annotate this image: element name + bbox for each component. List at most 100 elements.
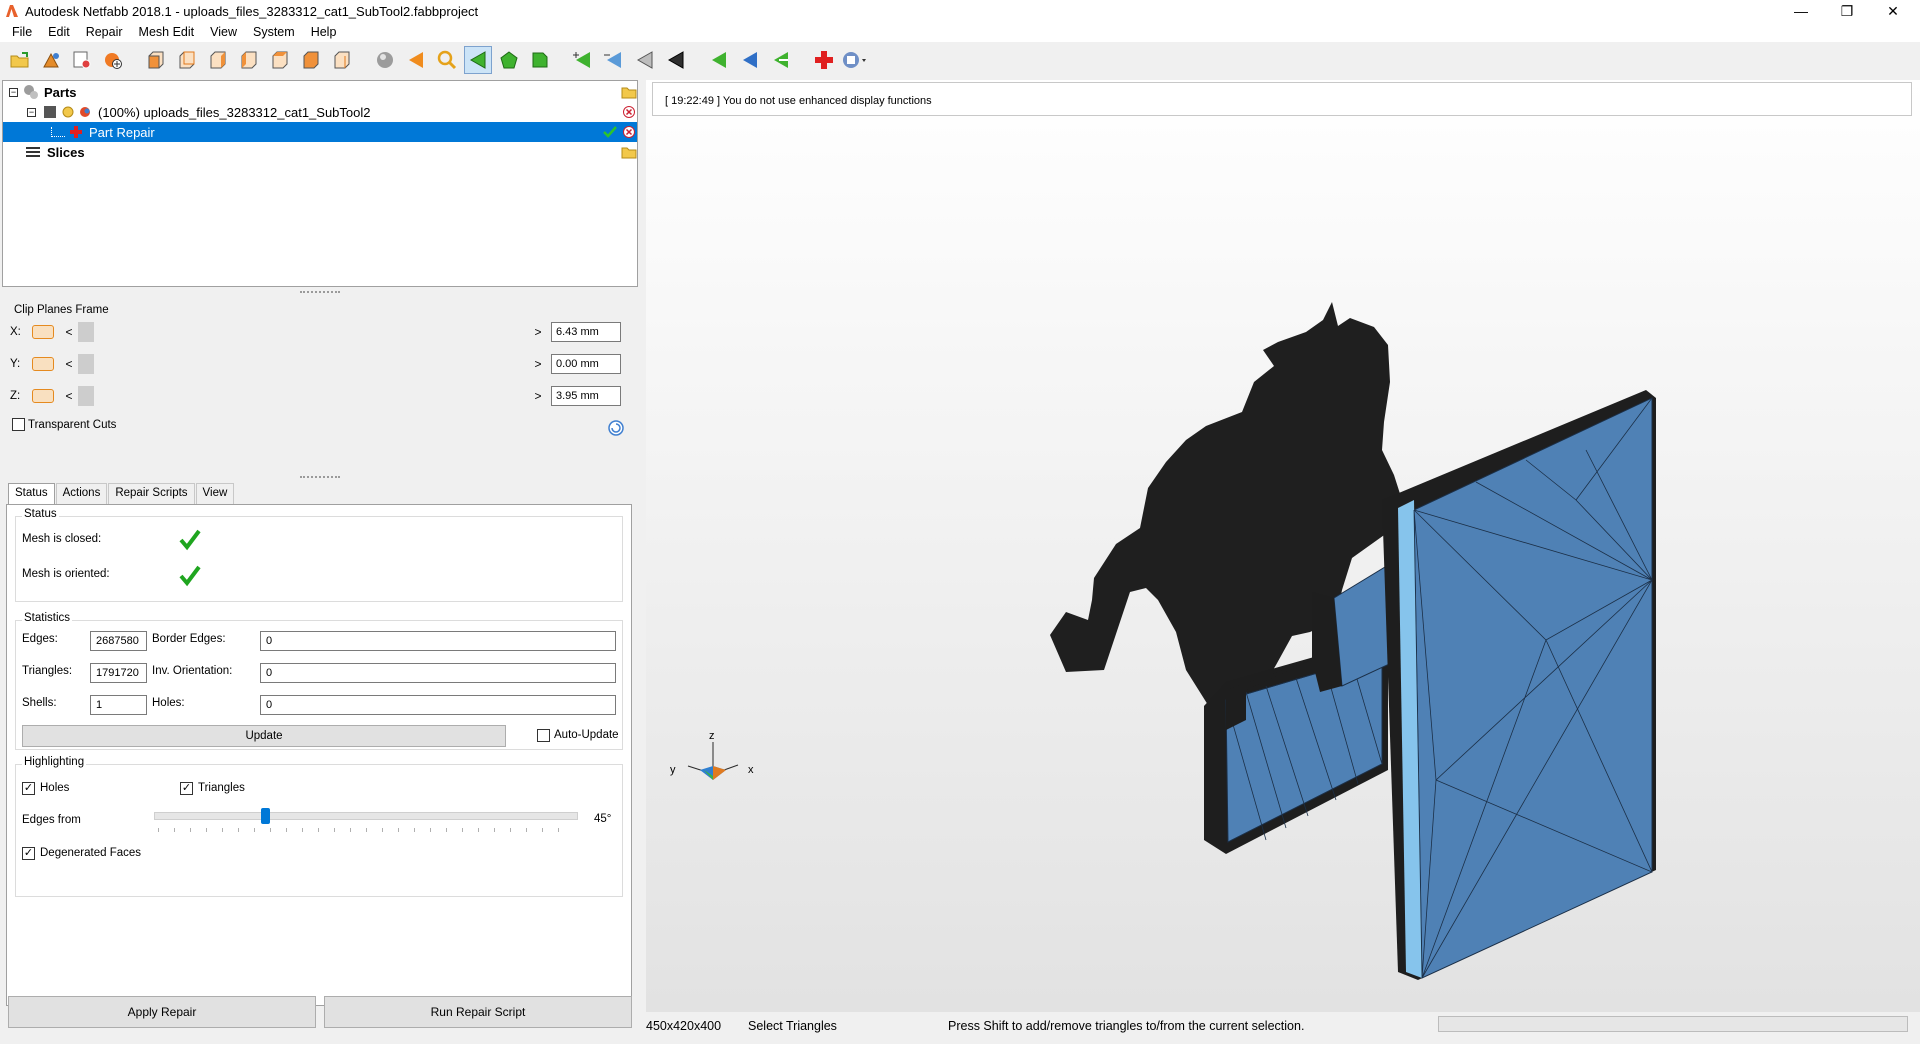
model-scene[interactable] xyxy=(646,80,1920,1012)
highlighting-section: Highlighting ✓ Holes ✓ Triangles Edges f… xyxy=(15,756,623,897)
reset-clip-icon[interactable] xyxy=(607,419,625,437)
clip-y-toggle[interactable] xyxy=(32,357,54,371)
tree-row-slices[interactable]: Slices xyxy=(3,142,637,162)
folder-icon[interactable] xyxy=(621,85,637,99)
triangle-select-dark-icon[interactable] xyxy=(662,46,690,74)
menu-file[interactable]: File xyxy=(4,25,40,39)
clip-y-label: Y: xyxy=(10,358,21,370)
add-platform-icon[interactable] xyxy=(99,46,127,74)
part-label: (100%) uploads_files_3283312_cat1_SubToo… xyxy=(98,104,371,120)
mesh-oriented-label: Mesh is oriented: xyxy=(22,568,110,580)
triangle-select-gray-icon[interactable] xyxy=(631,46,659,74)
select-triangles-icon[interactable] xyxy=(464,46,492,74)
view-back-icon[interactable] xyxy=(173,46,201,74)
edges-from-thumb[interactable] xyxy=(261,808,270,824)
edges-from-slider[interactable] xyxy=(154,808,578,824)
apply-repair-button[interactable]: Apply Repair xyxy=(8,996,316,1028)
color-icon[interactable] xyxy=(78,105,92,119)
auto-update-checkbox[interactable] xyxy=(537,729,550,742)
clip-x-value[interactable]: 6.43 mm xyxy=(551,322,621,342)
clip-x-right-arrow[interactable]: > xyxy=(531,325,545,339)
repair-cross-icon[interactable] xyxy=(810,46,838,74)
edges-field[interactable]: 2687580 xyxy=(90,631,147,651)
view-top-icon[interactable] xyxy=(266,46,294,74)
remove-part-icon[interactable] xyxy=(622,105,636,119)
minimize-button[interactable]: — xyxy=(1778,0,1824,22)
maximize-button[interactable]: ❐ xyxy=(1824,0,1870,22)
menu-system[interactable]: System xyxy=(245,25,303,39)
view-iso-icon[interactable] xyxy=(328,46,356,74)
cancel-repair-icon[interactable] xyxy=(622,125,636,139)
confirm-check-icon[interactable] xyxy=(603,125,617,139)
visibility-icon[interactable] xyxy=(61,105,75,119)
menu-help[interactable]: Help xyxy=(303,25,345,39)
clip-y-thumb[interactable] xyxy=(78,354,94,374)
clip-y-left-arrow[interactable]: < xyxy=(62,357,76,371)
project-properties-icon[interactable] xyxy=(68,46,96,74)
clip-x-slider[interactable] xyxy=(76,322,531,342)
collapse-icon[interactable]: − xyxy=(9,87,18,97)
close-button[interactable]: ✕ xyxy=(1870,0,1916,22)
invert-selection-icon[interactable] xyxy=(736,46,764,74)
holes-field[interactable]: 0 xyxy=(260,695,616,715)
clip-x-left-arrow[interactable]: < xyxy=(62,325,76,339)
slices-folder-icon[interactable] xyxy=(621,145,637,159)
triangles-field[interactable]: 1791720 xyxy=(90,663,147,683)
collapse-part-icon[interactable]: − xyxy=(27,107,36,117)
clip-z-slider[interactable] xyxy=(76,386,531,406)
shading-sphere-icon[interactable] xyxy=(371,46,399,74)
clip-y-right-arrow[interactable]: > xyxy=(531,357,545,371)
tree-row-part-repair[interactable]: Part Repair xyxy=(3,122,637,142)
select-surface-icon[interactable] xyxy=(495,46,523,74)
menu-mesh-edit[interactable]: Mesh Edit xyxy=(131,25,203,39)
inv-orientation-field[interactable]: 0 xyxy=(260,663,616,683)
select-shell-icon[interactable] xyxy=(526,46,554,74)
clip-z-thumb[interactable] xyxy=(78,386,94,406)
add-triangle-icon[interactable] xyxy=(569,46,597,74)
mesh-closed-check-icon xyxy=(179,529,201,551)
tab-actions[interactable]: Actions xyxy=(55,483,108,505)
clip-x-thumb[interactable] xyxy=(78,322,94,342)
statistics-title: Statistics xyxy=(22,612,73,624)
splitter-handle[interactable] xyxy=(300,291,340,295)
clip-y-slider[interactable] xyxy=(76,354,531,374)
tree-row-part[interactable]: − (100%) uploads_files_3283312_cat1_SubT… xyxy=(3,102,637,122)
tab-view[interactable]: View xyxy=(195,483,235,505)
transparent-cuts-checkbox[interactable] xyxy=(12,418,25,431)
view-right-icon[interactable] xyxy=(235,46,263,74)
tab-status[interactable]: Status xyxy=(8,483,55,505)
clip-x-toggle[interactable] xyxy=(32,325,54,339)
view-bottom-icon[interactable] xyxy=(297,46,325,74)
run-repair-script-button[interactable]: Run Repair Script xyxy=(324,996,632,1028)
splitter-handle-2[interactable] xyxy=(300,476,340,480)
3d-viewport[interactable]: [ 19:22:49 ] You do not use enhanced dis… xyxy=(646,80,1920,1012)
menu-view[interactable]: View xyxy=(202,25,245,39)
tree-row-parts[interactable]: − Parts xyxy=(3,82,637,102)
part-repair-label: Part Repair xyxy=(89,124,155,140)
select-all-icon[interactable] xyxy=(705,46,733,74)
clip-z-right-arrow[interactable]: > xyxy=(531,389,545,403)
menu-repair[interactable]: Repair xyxy=(78,25,131,39)
view-front-icon[interactable] xyxy=(142,46,170,74)
shells-field[interactable]: 1 xyxy=(90,695,147,715)
tab-repair-scripts[interactable]: Repair Scripts xyxy=(108,483,195,505)
update-button[interactable]: Update xyxy=(22,725,506,747)
open-folder-icon[interactable] xyxy=(6,46,34,74)
triangles-checkbox[interactable]: ✓ xyxy=(180,782,193,795)
remove-triangle-icon[interactable] xyxy=(600,46,628,74)
navigate-back-icon[interactable] xyxy=(402,46,430,74)
view-left-icon[interactable] xyxy=(204,46,232,74)
deselect-icon[interactable] xyxy=(767,46,795,74)
repair-options-icon[interactable] xyxy=(841,46,869,74)
clip-y-value[interactable]: 0.00 mm xyxy=(551,354,621,374)
clip-z-left-arrow[interactable]: < xyxy=(62,389,76,403)
menu-edit[interactable]: Edit xyxy=(40,25,78,39)
holes-checkbox[interactable]: ✓ xyxy=(22,782,35,795)
clip-z-value[interactable]: 3.95 mm xyxy=(551,386,621,406)
clip-row-y: Y: < > 0.00 mm xyxy=(10,352,630,376)
clip-z-toggle[interactable] xyxy=(32,389,54,403)
degenerated-faces-checkbox[interactable]: ✓ xyxy=(22,847,35,860)
zoom-icon[interactable] xyxy=(433,46,461,74)
border-edges-field[interactable]: 0 xyxy=(260,631,616,651)
add-part-icon[interactable] xyxy=(37,46,65,74)
